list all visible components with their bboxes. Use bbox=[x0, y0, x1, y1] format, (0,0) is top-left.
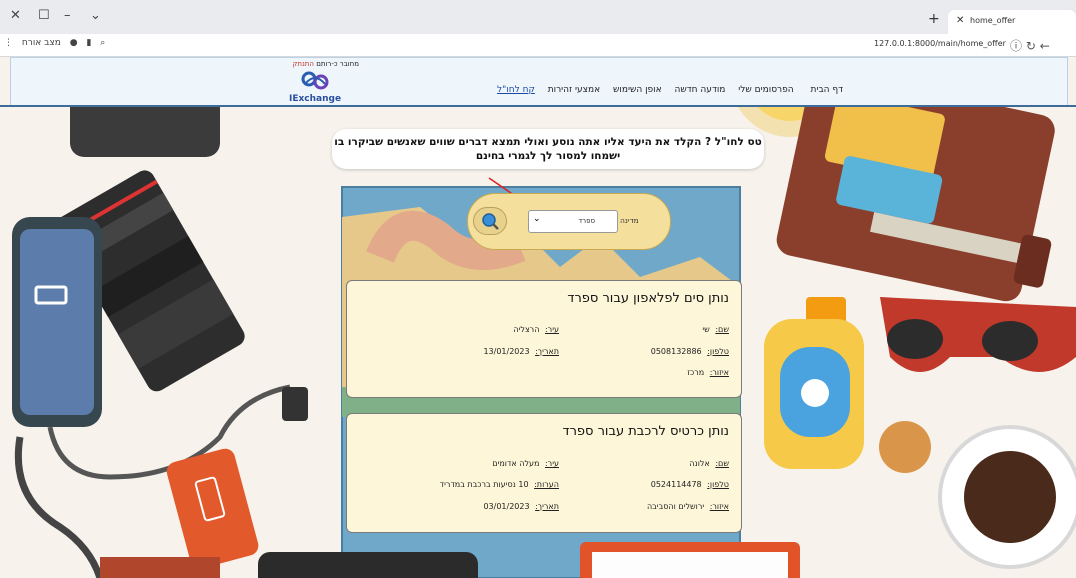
area-value: מרכז bbox=[687, 368, 705, 377]
url-field[interactable]: 127.0.0.1:8000/main/home_offer bbox=[874, 39, 1006, 48]
site-header: מחובר כ-רותם התנתק IExchange דף הבית הפר… bbox=[10, 57, 1068, 107]
nav-new-ad[interactable]: מודעה חדשה bbox=[675, 85, 726, 95]
search-button[interactable] bbox=[473, 207, 507, 235]
offer-title: נותן סים לפלאפון עבור ספרד bbox=[567, 291, 729, 306]
country-select[interactable]: ספרד ⌄ bbox=[528, 210, 618, 233]
page-content: מחובר כ-רותם התנתק IExchange דף הבית הפר… bbox=[0, 57, 1076, 578]
logo-text: IExchange bbox=[289, 94, 341, 104]
offer-name: שם: אלונה bbox=[689, 459, 729, 468]
page-headline: טס לחו"ל ? הקלד את היעד אליו אתה נוסע וא… bbox=[332, 129, 764, 169]
phone-label: טלפון: bbox=[707, 480, 729, 489]
notes-value: 10 נסיעות ברכבת במדריד bbox=[439, 480, 529, 489]
offer-area: איזור: מרכז bbox=[687, 368, 729, 377]
offer-notes: הערות: 10 נסיעות ברכבת במדריד bbox=[440, 480, 559, 489]
offer-date: תאריך: 03/01/2023 bbox=[483, 502, 559, 511]
area-value: ירושלים והסביבה bbox=[646, 502, 705, 511]
guest-mode-label[interactable]: מצב אורח bbox=[22, 38, 61, 48]
address-bar: ⋮ מצב אורח ● ▮ ⌕ 127.0.0.1:8000/main/hom… bbox=[0, 34, 1076, 57]
city-value: הרצליה bbox=[513, 325, 540, 334]
close-window-icon[interactable]: ✕ bbox=[10, 8, 21, 23]
country-selected-value: ספרד bbox=[578, 217, 595, 225]
date-label: תאריך: bbox=[535, 347, 559, 356]
city-label: עיר: bbox=[544, 325, 559, 334]
country-search-form: מדינה ספרד ⌄ bbox=[467, 193, 671, 250]
city-value: מעלה אדומים bbox=[492, 459, 540, 468]
offer-card[interactable]: נותן סים לפלאפון עבור ספרד שם: שי עיר: ה… bbox=[346, 280, 742, 398]
name-label: שם: bbox=[715, 325, 729, 334]
date-value: 13/01/2023 bbox=[483, 347, 530, 356]
main-nav: דף הבית הפרסומים שלי מודעה חדשה אופן השי… bbox=[487, 85, 843, 95]
iexchange-logo[interactable]: IExchange bbox=[285, 70, 347, 104]
nav-how-to-use[interactable]: אופן השימוש bbox=[613, 85, 662, 95]
offer-date: תאריך: 13/01/2023 bbox=[483, 347, 559, 356]
header-divider bbox=[0, 105, 1076, 107]
offer-title: נותן כרטיס לרכבת עבור ספרד bbox=[562, 424, 729, 439]
phone-value: 0508132886 bbox=[650, 347, 702, 356]
browser-left-controls: ⋮ מצב אורח ● ▮ ⌕ bbox=[4, 38, 111, 48]
offer-area: איזור: ירושלים והסביבה bbox=[647, 502, 729, 511]
new-tab-icon[interactable]: + bbox=[928, 11, 940, 27]
minimize-icon[interactable]: – bbox=[64, 8, 71, 23]
browser-tab-bar: ✕ ☐ – ⌄ + ✕ home_offer bbox=[0, 0, 1076, 34]
menu-icon[interactable]: ⋮ bbox=[4, 38, 13, 48]
user-name: רותם bbox=[316, 60, 332, 68]
close-tab-icon[interactable]: ✕ bbox=[956, 15, 964, 26]
nav-take-abroad[interactable]: קח לחו"ל bbox=[497, 85, 535, 95]
city-label: עיר: bbox=[544, 459, 559, 468]
browser-tab[interactable]: ✕ home_offer bbox=[948, 10, 1076, 34]
offer-city: עיר: מעלה אדומים bbox=[492, 459, 559, 468]
area-label: איזור: bbox=[709, 502, 729, 511]
logged-in-user: מחובר כ-רותם התנתק bbox=[271, 60, 359, 68]
name-label: שם: bbox=[715, 459, 729, 468]
search-icon bbox=[482, 213, 499, 230]
offer-city: עיר: הרצליה bbox=[513, 325, 559, 334]
phone-label: טלפון: bbox=[707, 347, 729, 356]
sidebar-icon[interactable]: ▮ bbox=[86, 38, 91, 48]
nav-home[interactable]: דף הבית bbox=[811, 85, 844, 95]
reload-icon[interactable]: ↻ bbox=[1026, 39, 1036, 53]
name-value: שי bbox=[702, 325, 710, 334]
info-icon[interactable]: ⓘ bbox=[1010, 39, 1022, 53]
offer-phone: טלפון: 0524114478 bbox=[651, 480, 729, 489]
maximize-icon[interactable]: ☐ bbox=[38, 8, 50, 23]
back-icon[interactable]: ← bbox=[1040, 39, 1050, 53]
nav-safety[interactable]: אמצעי זהירות bbox=[548, 85, 600, 95]
area-label: איזור: bbox=[709, 368, 729, 377]
tab-title: home_offer bbox=[970, 16, 1016, 25]
date-label: תאריך: bbox=[535, 502, 559, 511]
nav-buttons: ⓘ ↻ ← bbox=[1010, 37, 1050, 54]
search-icon[interactable]: ⌕ bbox=[100, 38, 105, 48]
offer-card[interactable]: נותן כרטיס לרכבת עבור ספרד שם: אלונה עיר… bbox=[346, 413, 742, 533]
chevron-down-icon[interactable]: ⌄ bbox=[90, 8, 101, 23]
chevron-down-icon: ⌄ bbox=[533, 214, 541, 224]
profile-icon[interactable]: ● bbox=[70, 38, 78, 48]
name-value: אלונה bbox=[689, 459, 710, 468]
offer-name: שם: שי bbox=[702, 325, 729, 334]
logout-link[interactable]: התנתק bbox=[292, 60, 314, 68]
offer-phone: טלפון: 0508132886 bbox=[651, 347, 729, 356]
phone-value: 0524114478 bbox=[650, 480, 702, 489]
notes-label: הערות: bbox=[534, 480, 559, 489]
nav-my-posts[interactable]: הפרסומים שלי bbox=[738, 85, 793, 95]
user-prefix: מחובר כ- bbox=[331, 60, 359, 68]
date-value: 03/01/2023 bbox=[483, 502, 530, 511]
country-label: מדינה bbox=[620, 216, 639, 225]
